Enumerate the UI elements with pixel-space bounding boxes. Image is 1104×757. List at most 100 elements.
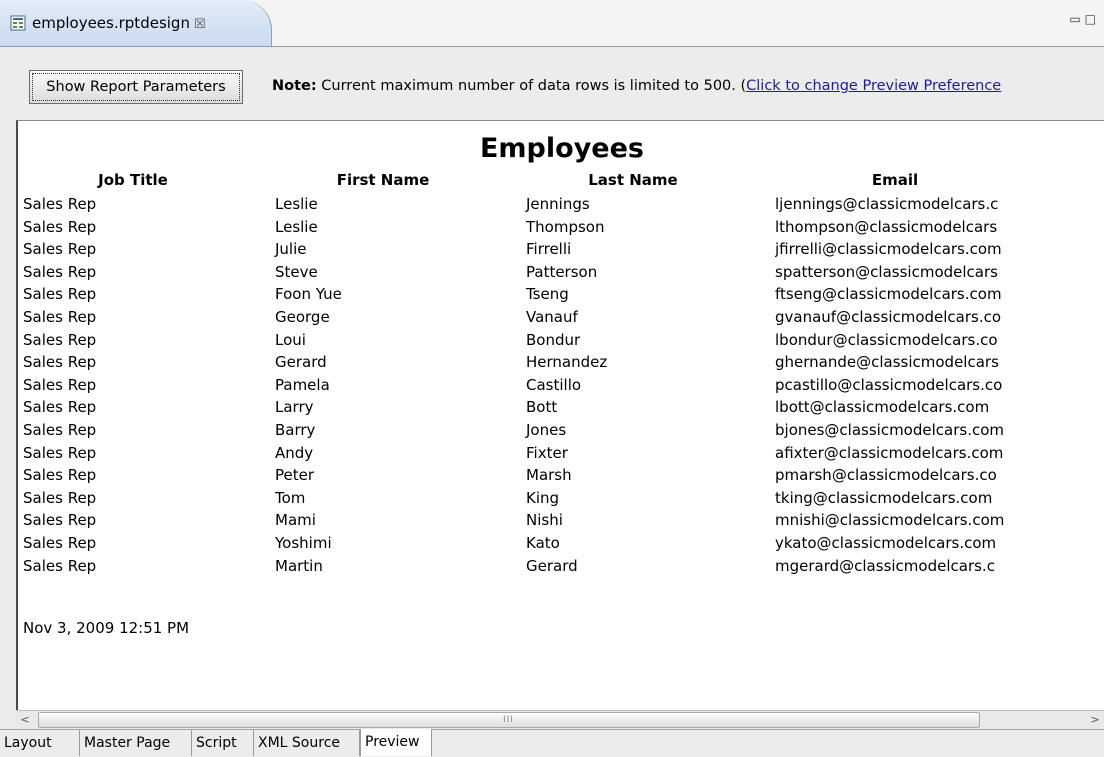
tab-xml-source[interactable]: XML Source bbox=[254, 730, 360, 756]
cell-first-name: Martin bbox=[275, 556, 323, 575]
cell-email: jfirrelli@classicmodelcars.com bbox=[775, 240, 1002, 259]
cell-last-name: King bbox=[526, 488, 560, 507]
cell-job-title: Sales Rep bbox=[23, 240, 97, 259]
cell-job-title: Sales Rep bbox=[23, 217, 97, 236]
cell-first-name: Julie bbox=[275, 240, 307, 259]
scroll-right-arrow-icon[interactable]: > bbox=[1086, 711, 1104, 728]
cell-first-name: Loui bbox=[275, 330, 306, 349]
minimize-icon[interactable]: ▭ bbox=[1069, 12, 1084, 26]
cell-email: mnishi@classicmodelcars.com bbox=[775, 511, 1005, 530]
scroll-left-arrow-icon[interactable]: < bbox=[16, 711, 34, 728]
cell-first-name: Foon Yue bbox=[275, 285, 342, 304]
change-preview-preference-link[interactable]: Click to change Preview Preference bbox=[746, 78, 1001, 94]
cell-first-name: Gerard bbox=[275, 353, 327, 372]
cell-email: pmarsh@classicmodelcars.co bbox=[775, 466, 997, 485]
editor-page-tabs: Layout Master Page Script XML Source Pre… bbox=[0, 729, 1104, 757]
table-row: Sales Rep Gerard Hernandez ghernande@classi… bbox=[18, 353, 1104, 376]
cell-job-title: Sales Rep bbox=[23, 330, 97, 349]
cell-job-title: Sales Rep bbox=[23, 375, 97, 394]
column-header-email: Email bbox=[871, 171, 919, 189]
window-controls: ▭□ bbox=[1069, 12, 1100, 26]
cell-email: ljennings@classicmodelcars.c bbox=[775, 195, 999, 213]
cell-last-name: Nishi bbox=[526, 511, 563, 530]
table-body: Sales Rep Leslie Jennings ljennings@classic… bbox=[18, 195, 1104, 579]
cell-email: spatterson@classicmodelcars bbox=[775, 262, 998, 281]
cell-job-title: Sales Rep bbox=[23, 556, 97, 575]
table-header: Job Title First Name Last Name Email bbox=[18, 171, 1104, 191]
scrollbar-thumb[interactable]: III bbox=[38, 712, 980, 728]
close-icon[interactable]: ☒ bbox=[194, 17, 206, 32]
report-title: Employees bbox=[479, 133, 644, 164]
table-row: Sales Rep Julie Firrelli jfirrelli@classicm… bbox=[18, 240, 1104, 263]
table-row: Sales Rep Loui Bondur lbondur@classicmodelc… bbox=[18, 331, 1104, 354]
table-row: Sales Rep Leslie Jennings ljennings@classic… bbox=[18, 195, 1104, 218]
preview-toolbar: Show Report Parameters Note: Current max… bbox=[0, 47, 1104, 119]
cell-email: pcastillo@classicmodelcars.co bbox=[775, 375, 1003, 394]
horizontal-scrollbar[interactable]: < III > bbox=[16, 710, 1104, 730]
table-row: Sales Rep Barry Jones bjones@classicmodelca… bbox=[18, 421, 1104, 444]
cell-email: lbondur@classicmodelcars.co bbox=[775, 330, 998, 349]
cell-job-title: Sales Rep bbox=[23, 488, 97, 507]
cell-first-name: Peter bbox=[275, 466, 315, 485]
cell-job-title: Sales Rep bbox=[23, 307, 97, 326]
table-row: Sales Rep Foon Yue Tseng ftseng@classicmode… bbox=[18, 285, 1104, 308]
column-header-first-name: First Name bbox=[336, 171, 430, 189]
tab-preview[interactable]: Preview bbox=[360, 729, 432, 756]
column-header-job-title: Job Title bbox=[98, 171, 168, 189]
cell-email: ykato@classicmodelcars.com bbox=[775, 533, 997, 552]
cell-last-name: Castillo bbox=[526, 375, 582, 394]
cell-first-name: Tom bbox=[275, 488, 306, 507]
cell-last-name: Hernandez bbox=[526, 353, 608, 372]
cell-first-name: Barry bbox=[275, 420, 316, 439]
table-row: Sales Rep Tom King tking@classicmodelcars.c… bbox=[18, 489, 1104, 512]
cell-email: gvanauf@classicmodelcars.co bbox=[775, 307, 1002, 326]
cell-job-title: Sales Rep bbox=[23, 533, 97, 552]
row-limit-note: Note: Current maximum number of data row… bbox=[272, 78, 1001, 94]
cell-email: mgerard@classicmodelcars.c bbox=[775, 556, 995, 575]
report-footer-date: Nov 3, 2009 12:51 PM bbox=[23, 619, 190, 637]
editor-tab-employees[interactable]: employees.rptdesign ☒ bbox=[0, 0, 272, 46]
table-row: Sales Rep Larry Bott lbott@classicmodelcars… bbox=[18, 398, 1104, 421]
editor-tab-title: employees.rptdesign bbox=[32, 14, 190, 32]
cell-job-title: Sales Rep bbox=[23, 262, 97, 281]
table-row: Sales Rep Yoshimi Kato ykato@classicmodelca… bbox=[18, 534, 1104, 557]
cell-first-name: Pamela bbox=[275, 375, 330, 394]
cell-job-title: Sales Rep bbox=[23, 420, 97, 439]
table-row: Sales Rep Steve Patterson spatterson@classi… bbox=[18, 263, 1104, 286]
tab-master-page[interactable]: Master Page bbox=[80, 730, 192, 756]
cell-first-name: Mami bbox=[275, 511, 316, 530]
show-report-parameters-button[interactable]: Show Report Parameters bbox=[29, 70, 243, 104]
cell-last-name: Gerard bbox=[526, 556, 578, 575]
cell-job-title: Sales Rep bbox=[23, 353, 97, 372]
cell-email: ftseng@classicmodelcars.com bbox=[775, 285, 1002, 304]
table-row: Sales Rep Pamela Castillo pcastillo@classic… bbox=[18, 376, 1104, 399]
cell-first-name: Leslie bbox=[275, 195, 318, 213]
scrollbar-grip-icon: III bbox=[503, 715, 514, 725]
cell-last-name: Fixter bbox=[526, 443, 568, 462]
cell-last-name: Patterson bbox=[526, 262, 598, 281]
cell-first-name: Leslie bbox=[275, 217, 318, 236]
cell-last-name: Thompson bbox=[526, 217, 605, 236]
cell-job-title: Sales Rep bbox=[23, 285, 97, 304]
tab-layout[interactable]: Layout bbox=[0, 730, 80, 756]
report-design-icon bbox=[10, 15, 26, 31]
column-header-last-name: Last Name bbox=[588, 171, 678, 189]
cell-email: afixter@classicmodelcars.com bbox=[775, 443, 1004, 462]
report-preview-pane: Employees Job Title First Name Last Name… bbox=[16, 120, 1104, 711]
cell-email: ghernande@classicmodelcars bbox=[775, 353, 999, 372]
tab-script[interactable]: Script bbox=[192, 730, 254, 756]
cell-first-name: Yoshimi bbox=[275, 533, 332, 552]
cell-first-name: Larry bbox=[275, 398, 314, 417]
cell-last-name: Vanauf bbox=[526, 307, 578, 326]
cell-email: bjones@classicmodelcars.com bbox=[775, 420, 1004, 439]
cell-last-name: Firrelli bbox=[526, 240, 572, 259]
table-row: Sales Rep Andy Fixter afixter@classicmodelc… bbox=[18, 444, 1104, 467]
cell-first-name: Andy bbox=[275, 443, 314, 462]
cell-last-name: Bondur bbox=[526, 330, 581, 349]
maximize-icon[interactable]: □ bbox=[1085, 12, 1100, 26]
note-text: Current maximum number of data rows is l… bbox=[316, 78, 747, 94]
table-row: Sales Rep George Vanauf gvanauf@classicmode… bbox=[18, 308, 1104, 331]
cell-last-name: Jennings bbox=[526, 195, 590, 213]
cell-last-name: Kato bbox=[526, 533, 560, 552]
note-label: Note: bbox=[272, 78, 317, 94]
